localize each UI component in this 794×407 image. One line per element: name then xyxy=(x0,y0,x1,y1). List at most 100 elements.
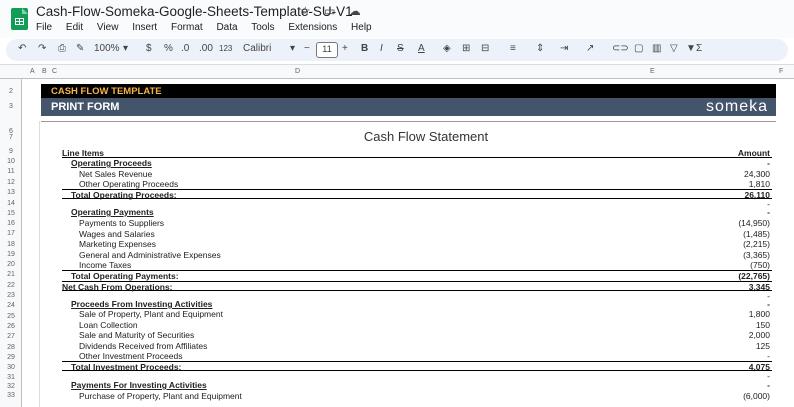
sheets-logo-icon[interactable] xyxy=(11,8,28,30)
row-number[interactable]: 22 xyxy=(0,282,22,289)
column-header-b[interactable]: B xyxy=(42,68,47,75)
font-size-input[interactable]: 11 xyxy=(316,42,338,58)
row-number[interactable]: 7 xyxy=(0,134,22,141)
folder-move-icon[interactable]: ▭ xyxy=(324,4,335,18)
row-number[interactable]: 17 xyxy=(0,230,22,237)
column-header-c[interactable]: C xyxy=(52,68,57,75)
table-row-total[interactable]: Net Cash From Operations: 3,345 xyxy=(62,281,772,292)
menu-insert[interactable]: Insert xyxy=(132,22,157,33)
number-format-button[interactable]: 123 xyxy=(219,44,232,53)
increase-font-icon[interactable]: + xyxy=(342,43,348,54)
row-number[interactable]: 23 xyxy=(0,292,22,299)
chart-icon[interactable]: ▥ xyxy=(652,43,661,54)
table-row[interactable]: Proceeds From Investing Activities - xyxy=(62,299,772,309)
row-number[interactable]: 28 xyxy=(0,344,22,351)
font-select[interactable]: Calibri xyxy=(243,43,271,54)
menu-file[interactable]: File xyxy=(36,22,52,33)
menu-view[interactable]: View xyxy=(97,22,119,33)
row-number[interactable]: 26 xyxy=(0,323,22,330)
comment-icon[interactable]: ▢ xyxy=(634,43,643,54)
table-header-row[interactable]: Line Items Amount xyxy=(62,148,772,158)
text-rotation-icon[interactable]: ↗ xyxy=(586,43,594,54)
row-number[interactable]: 13 xyxy=(0,189,22,196)
row-number[interactable]: 10 xyxy=(0,158,22,165)
menu-edit[interactable]: Edit xyxy=(66,22,83,33)
table-row[interactable]: Dividends Received from Affiliates 125 xyxy=(62,341,772,351)
row-number[interactable]: 2 xyxy=(0,88,22,95)
menu-data[interactable]: Data xyxy=(216,22,237,33)
table-row-total[interactable]: Total Operating Proceeds: 26,110 xyxy=(62,189,772,200)
row-number[interactable]: 32 xyxy=(0,383,22,390)
increase-decimal-button[interactable]: .00 xyxy=(199,43,213,54)
row-number[interactable]: 11 xyxy=(0,168,22,175)
text-wrap-icon[interactable]: ⇥ xyxy=(560,43,568,54)
row-number[interactable]: 3 xyxy=(0,103,22,110)
row-number[interactable]: 14 xyxy=(0,200,22,207)
table-row[interactable]: Wages and Salaries (1,485) xyxy=(62,229,772,239)
star-icon[interactable]: ☆ xyxy=(300,4,311,18)
table-row[interactable]: General and Administrative Expenses (3,36… xyxy=(62,250,772,260)
vertical-align-icon[interactable]: ⇕ xyxy=(536,43,544,54)
row-number[interactable]: 31 xyxy=(0,374,22,381)
row-number[interactable]: 33 xyxy=(0,392,22,399)
column-header-f[interactable]: F xyxy=(779,68,783,75)
row-number[interactable]: 12 xyxy=(0,179,22,186)
decrease-font-icon[interactable]: − xyxy=(304,43,310,54)
table-row[interactable]: Net Sales Revenue 24,300 xyxy=(62,169,772,179)
zoom-select[interactable]: 100% xyxy=(94,43,120,54)
row-number[interactable]: 21 xyxy=(0,271,22,278)
filter-icon[interactable]: ▽ xyxy=(670,43,678,54)
table-row[interactable]: Income Taxes (750) xyxy=(62,260,772,270)
column-header-a[interactable]: A xyxy=(30,68,35,75)
table-row[interactable]: Other Investment Proceeds - xyxy=(62,351,772,361)
table-row[interactable]: Payments For Investing Activities - xyxy=(62,380,772,390)
redo-icon[interactable]: ↷ xyxy=(38,43,46,54)
percent-button[interactable]: % xyxy=(164,43,173,54)
text-color-icon[interactable]: A xyxy=(418,43,425,54)
filter-views-icon[interactable]: ▼ xyxy=(686,43,696,54)
menu-extensions[interactable]: Extensions xyxy=(288,22,337,33)
row-number[interactable]: 15 xyxy=(0,210,22,217)
row-number[interactable]: 24 xyxy=(0,302,22,309)
menu-help[interactable]: Help xyxy=(351,22,372,33)
table-row[interactable]: Purchase of Property, Plant and Equipmen… xyxy=(62,391,772,401)
row-number[interactable]: 29 xyxy=(0,354,22,361)
horizontal-align-icon[interactable]: ≡ xyxy=(510,43,516,54)
table-row-total[interactable]: Total Investment Proceeds: 4,075 xyxy=(62,361,772,372)
column-header-d[interactable]: D xyxy=(295,68,300,75)
currency-button[interactable]: $ xyxy=(146,43,152,54)
row-number[interactable]: 9 xyxy=(0,148,22,155)
row-number[interactable]: 25 xyxy=(0,313,22,320)
italic-icon[interactable]: I xyxy=(380,43,383,54)
row-number[interactable]: 19 xyxy=(0,251,22,258)
row-number[interactable]: 18 xyxy=(0,241,22,248)
table-row-total[interactable]: Total Operating Payments: (22,765) xyxy=(62,270,772,281)
row-number[interactable]: 16 xyxy=(0,220,22,227)
table-row[interactable]: Sale of Property, Plant and Equipment 1,8… xyxy=(62,309,772,319)
menu-format[interactable]: Format xyxy=(171,22,203,33)
undo-icon[interactable]: ↶ xyxy=(18,43,26,54)
table-row[interactable]: Marketing Expenses (2,215) xyxy=(62,239,772,249)
borders-icon[interactable]: ⊞ xyxy=(462,43,470,54)
print-icon[interactable]: ⎙ xyxy=(58,43,66,54)
decrease-decimal-button[interactable]: .0 xyxy=(181,43,189,54)
paint-format-icon[interactable]: ✎ xyxy=(76,43,84,54)
bold-icon[interactable]: B xyxy=(361,43,368,54)
menu-tools[interactable]: Tools xyxy=(251,22,274,33)
cloud-status-icon[interactable]: ☁ xyxy=(349,4,361,18)
row-number[interactable]: 27 xyxy=(0,333,22,340)
column-header-e[interactable]: E xyxy=(650,68,655,75)
functions-icon[interactable]: Σ xyxy=(696,43,702,54)
table-row[interactable]: Sale and Maturity of Securities 2,000 xyxy=(62,330,772,340)
table-row[interactable]: Operating Payments - xyxy=(62,207,772,217)
table-row[interactable]: Loan Collection 150 xyxy=(62,320,772,330)
link-icon[interactable]: ⊂⊃ xyxy=(612,43,629,54)
strikethrough-icon[interactable]: S xyxy=(397,43,404,54)
table-row[interactable]: Operating Proceeds - xyxy=(62,158,772,168)
table-row[interactable]: Other Operating Proceeds 1,810 xyxy=(62,179,772,189)
row-number[interactable]: 30 xyxy=(0,364,22,371)
row-number[interactable]: 20 xyxy=(0,261,22,268)
fill-color-icon[interactable]: ◈ xyxy=(443,43,451,54)
table-row[interactable]: Payments to Suppliers (14,950) xyxy=(62,218,772,228)
merge-cells-icon[interactable]: ⊟ xyxy=(481,43,489,54)
